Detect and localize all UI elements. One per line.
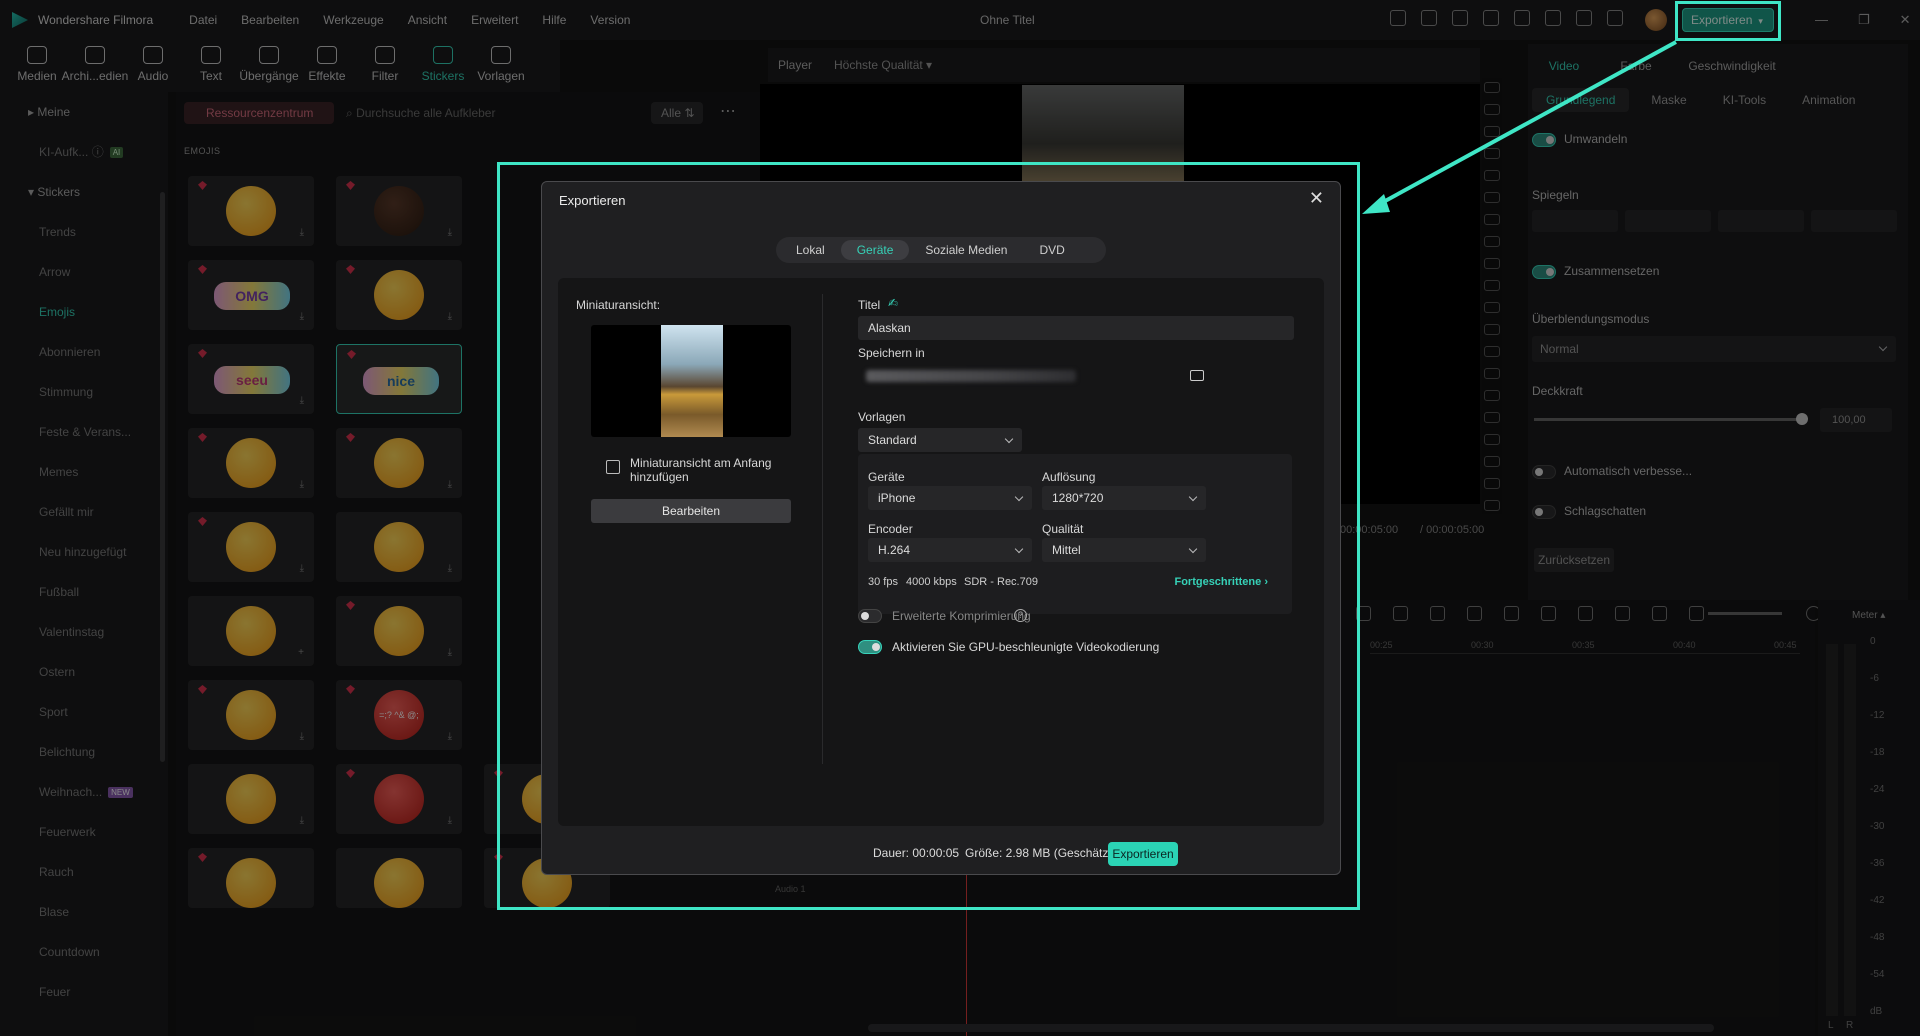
ai-pen-icon[interactable]: ✍ (888, 296, 898, 310)
thumbnail-preview (591, 325, 791, 437)
spec-color: SDR - Rec.709 (964, 576, 1038, 588)
tab-dvd[interactable]: DVD (1023, 240, 1080, 260)
dialog-title: Exportieren (559, 193, 626, 208)
quality-select[interactable]: Mittel (1042, 538, 1206, 562)
device-select[interactable]: iPhone (868, 486, 1032, 510)
size-text: Größe: 2.98 MB (Geschätzt) (965, 846, 1116, 860)
duration-text: Dauer: 00:00:05 (873, 846, 960, 860)
preset-select[interactable]: Standard (858, 428, 1022, 452)
gpu-label: Aktivieren Sie GPU-beschleunigte Videoko… (892, 640, 1160, 654)
spec-bitrate: 4000 kbps (906, 576, 957, 588)
device-settings-group: Geräte iPhone Auflösung 1280*720 Encoder… (858, 454, 1292, 614)
resolution-select[interactable]: 1280*720 (1042, 486, 1206, 510)
export-dialog: Exportieren ✕ Lokal Geräte Soziale Medie… (541, 181, 1341, 875)
gpu-toggle[interactable] (858, 639, 882, 654)
close-icon[interactable]: ✕ (1309, 188, 1324, 209)
tab-soziale-medien[interactable]: Soziale Medien (909, 240, 1023, 260)
export-button[interactable]: Exportieren (1108, 842, 1178, 866)
resolution-label: Auflösung (1042, 470, 1096, 484)
advanced-label: Fortgeschrittene (1174, 576, 1262, 588)
export-target-tabs: Lokal Geräte Soziale Medien DVD (776, 237, 1106, 263)
dialog-body: Miniaturansicht: Miniaturansicht am Anfa… (558, 278, 1324, 826)
save-location-label: Speichern in (858, 346, 925, 360)
advanced-settings-link[interactable]: Fortgeschrittene › (1174, 576, 1268, 588)
tab-lokal[interactable]: Lokal (780, 240, 841, 260)
thumbnail-label: Miniaturansicht: (576, 298, 661, 312)
thumbnail-checkbox[interactable] (606, 460, 620, 474)
blurred-path (866, 370, 1076, 382)
spec-fps: 30 fps (868, 576, 898, 588)
tab-geraete[interactable]: Geräte (840, 240, 910, 260)
dialog-divider (822, 294, 823, 764)
gpu-row (858, 639, 890, 654)
title-label: Titel (858, 298, 881, 312)
device-label: Geräte (868, 470, 905, 484)
encoder-select[interactable]: H.264 (868, 538, 1032, 562)
ext-compression-toggle[interactable] (858, 608, 882, 623)
save-path-field[interactable] (858, 364, 1214, 388)
edit-thumbnail-button[interactable]: Bearbeiten (591, 499, 791, 523)
encoder-label: Encoder (868, 522, 913, 536)
folder-icon[interactable] (1190, 370, 1204, 381)
ext-compression-label: Erweiterte Komprimierung (892, 609, 1031, 623)
help-icon[interactable]: ? (1014, 609, 1027, 622)
title-input[interactable]: Alaskan (858, 316, 1294, 340)
thumbnail-checkbox-label: Miniaturansicht am Anfang hinzufügen (630, 456, 772, 484)
quality-label: Qualität (1042, 522, 1084, 536)
presets-label: Vorlagen (858, 410, 906, 424)
thumbnail-image (661, 325, 723, 437)
ext-compression-row (858, 608, 890, 623)
